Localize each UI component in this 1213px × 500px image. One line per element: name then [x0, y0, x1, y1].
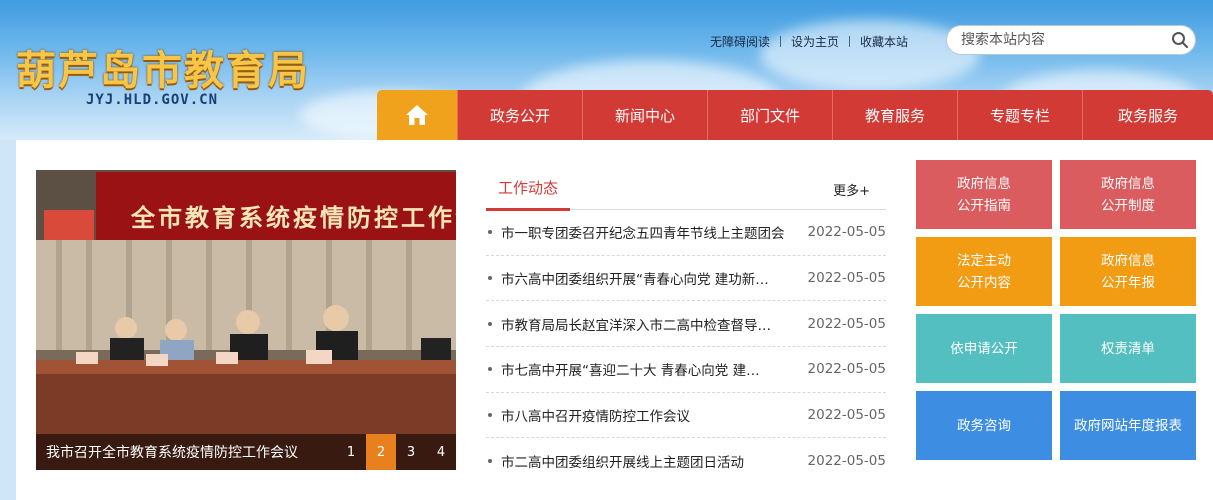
- quick-link-label: 政府信息: [957, 175, 1011, 192]
- quick-link-label: 公开指南: [957, 197, 1011, 214]
- nav-home[interactable]: [377, 90, 457, 140]
- news-header: 工作动态 更多+: [486, 170, 886, 211]
- quick-link-label: 政务咨询: [957, 417, 1011, 434]
- search-box: [946, 25, 1196, 55]
- news-more-link[interactable]: 更多+: [833, 180, 886, 209]
- news-item-title: 市八高中召开疫情防控工作会议: [501, 409, 690, 426]
- slider-photo: 全市教育系统疫情防控工作会: [36, 170, 456, 470]
- news-item-date: 2022-05-05: [807, 453, 886, 470]
- news-list: 市一职专团委召开纪念五四青年节线上主题团会 2022-05-05 市六高中团委组织…: [486, 210, 886, 484]
- main-content: 全市教育系统疫情防控工作会 我市召开全市教育系统疫情防控工作会议 1 2 3 4…: [16, 140, 1213, 500]
- top-links: 无障碍阅读 设为主页 收藏本站: [700, 33, 918, 50]
- slider-page-1[interactable]: 1: [336, 434, 366, 470]
- news-item[interactable]: 市一职专团委召开纪念五四青年节线上主题团会 2022-05-05: [486, 210, 886, 256]
- main-nav: 政务公开 新闻中心 部门文件 教育服务 专题专栏 政务服务: [377, 90, 1213, 140]
- quick-link-rights-responsibilities-list[interactable]: 权责清单: [1060, 314, 1196, 383]
- quick-link-application-disclosure[interactable]: 依申请公开: [916, 314, 1052, 383]
- slider-page-4[interactable]: 4: [426, 434, 456, 470]
- quick-link-website-annual-report[interactable]: 政府网站年度报表: [1060, 391, 1196, 460]
- nav-item-government-affairs[interactable]: 政务公开: [457, 90, 582, 140]
- quick-link-label: 政府信息: [1101, 175, 1155, 192]
- bookmark-site-link[interactable]: 收藏本站: [850, 33, 918, 50]
- quick-link-label: 公开制度: [1101, 197, 1155, 214]
- quick-link-label: 公开内容: [957, 274, 1011, 291]
- news-item-date: 2022-05-05: [807, 270, 886, 287]
- quick-link-label: 依申请公开: [950, 340, 1018, 357]
- nav-item-news-center[interactable]: 新闻中心: [582, 90, 707, 140]
- news-item[interactable]: 市七高中开展“喜迎二十大 青春心向党 建… 2022-05-05: [486, 347, 886, 393]
- work-news-panel: 工作动态 更多+ 市一职专团委召开纪念五四青年节线上主题团会 2022-05-05…: [486, 170, 886, 484]
- bullet-icon: [488, 367, 492, 372]
- nav-item-government-services[interactable]: 政务服务: [1082, 90, 1213, 140]
- set-homepage-link[interactable]: 设为主页: [781, 33, 849, 50]
- quick-link-gov-affairs-consultation[interactable]: 政务咨询: [916, 391, 1052, 460]
- news-item-date: 2022-05-05: [807, 315, 886, 332]
- news-item[interactable]: 市八高中召开疫情防控工作会议 2022-05-05: [486, 393, 886, 439]
- site-logo-title[interactable]: 葫芦岛市教育局: [16, 38, 310, 96]
- bullet-icon: [488, 321, 492, 326]
- quick-links-grid: 政府信息 公开指南 政府信息 公开制度 法定主动 公开内容 政府信息 公开年报 依申请公开 权责清…: [916, 160, 1196, 460]
- quick-link-label: 法定主动: [957, 252, 1011, 269]
- slider-caption[interactable]: 我市召开全市教育系统疫情防控工作会议: [46, 442, 336, 462]
- bullet-icon: [488, 230, 492, 235]
- news-item-title: 市六高中团委组织开展“青春心向党 建功新…: [501, 272, 769, 289]
- news-item-date: 2022-05-05: [807, 407, 886, 424]
- bullet-icon: [488, 276, 492, 281]
- quick-link-label: 公开年报: [1101, 274, 1155, 291]
- news-item[interactable]: 市六高中团委组织开展“青春心向党 建功新… 2022-05-05: [486, 256, 886, 302]
- search-input[interactable]: [947, 27, 1165, 53]
- accessibility-link[interactable]: 无障碍阅读: [700, 33, 780, 50]
- news-slider[interactable]: 全市教育系统疫情防控工作会 我市召开全市教育系统疫情防控工作会议 1 2 3 4: [36, 170, 456, 470]
- nav-item-department-documents[interactable]: 部门文件: [707, 90, 832, 140]
- quick-link-gov-info-disclosure-system[interactable]: 政府信息 公开制度: [1060, 160, 1196, 229]
- news-item[interactable]: 市教育局局长赵宜洋深入市二高中检查督导… 2022-05-05: [486, 301, 886, 348]
- news-item[interactable]: 市二高中团委组织开展线上主题团日活动 2022-05-05: [486, 438, 886, 484]
- nav-item-special-topics[interactable]: 专题专栏: [957, 90, 1082, 140]
- slider-pager: 1 2 3 4: [336, 434, 456, 470]
- news-item-title: 市一职专团委召开纪念五四青年节线上主题团会: [501, 226, 785, 243]
- quick-link-gov-info-annual-report[interactable]: 政府信息 公开年报: [1060, 237, 1196, 306]
- news-item-title: 市二高中团委组织开展线上主题团日活动: [501, 455, 744, 472]
- news-item-date: 2022-05-05: [807, 361, 886, 378]
- site-logo-url: JYJ.HLD.GOV.CN: [86, 92, 219, 108]
- slider-banner-text: 全市教育系统疫情防控工作会: [130, 204, 456, 232]
- quick-link-label: 政府网站年度报表: [1074, 417, 1182, 434]
- home-icon: [406, 105, 428, 125]
- bullet-icon: [488, 413, 492, 418]
- site-header: 葫芦岛市教育局 JYJ.HLD.GOV.CN 无障碍阅读 设为主页 收藏本站 政…: [0, 0, 1213, 140]
- slider-caption-bar: 我市召开全市教育系统疫情防控工作会议 1 2 3 4: [36, 434, 456, 470]
- quick-link-statutory-disclosure-content[interactable]: 法定主动 公开内容: [916, 237, 1052, 306]
- tab-work-news[interactable]: 工作动态: [486, 177, 571, 211]
- search-icon: [1172, 32, 1189, 49]
- news-item-title: 市教育局局长赵宜洋深入市二高中检查督导…: [501, 317, 771, 334]
- bullet-icon: [488, 459, 492, 464]
- quick-link-gov-info-disclosure-guide[interactable]: 政府信息 公开指南: [916, 160, 1052, 229]
- slider-page-2[interactable]: 2: [366, 434, 396, 470]
- slider-page-3[interactable]: 3: [396, 434, 426, 470]
- nav-item-education-services[interactable]: 教育服务: [832, 90, 957, 140]
- search-button[interactable]: [1165, 26, 1195, 54]
- news-item-date: 2022-05-05: [807, 224, 886, 241]
- quick-link-label: 权责清单: [1101, 340, 1155, 357]
- news-item-title: 市七高中开展“喜迎二十大 青春心向党 建…: [501, 363, 760, 380]
- quick-link-label: 政府信息: [1101, 252, 1155, 269]
